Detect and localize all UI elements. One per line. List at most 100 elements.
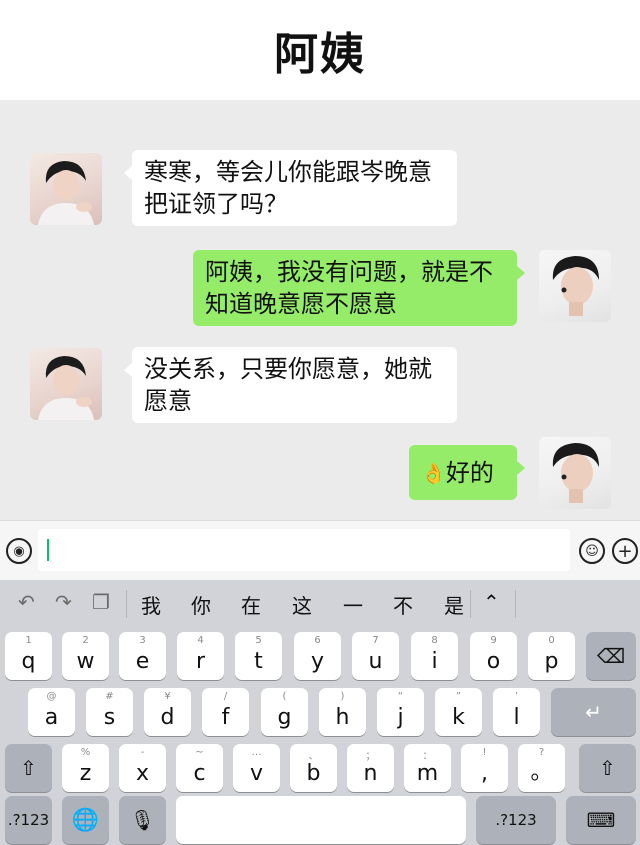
key-z[interactable]: % z [62, 744, 109, 792]
key-j[interactable]: “j [377, 688, 424, 736]
smiley-icon[interactable]: ☺ [579, 538, 605, 564]
divider [126, 590, 127, 618]
key-hint: ) [340, 691, 345, 702]
voice-icon[interactable]: ◉ [6, 538, 32, 564]
space-key[interactable] [176, 796, 466, 844]
key-r[interactable]: 4r [177, 632, 224, 680]
contact-avatar[interactable] [30, 153, 102, 225]
message-line: 知道晚意愿不愿意 [205, 290, 397, 318]
key-s[interactable]: # s [86, 688, 133, 736]
numbers-key-left[interactable]: .?123 [5, 796, 52, 844]
key-letter: , [481, 761, 488, 786]
hide-keyboard-key[interactable]: ⌨ [566, 796, 636, 844]
message-input-bar: ◉ ☺ + [0, 520, 640, 580]
key-hint: 、 [308, 751, 319, 762]
chevron-up-icon[interactable]: ⌃ [483, 590, 500, 614]
suggestion-word[interactable]: 是 [444, 590, 464, 619]
shift-key-left[interactable]: ⇧ [5, 744, 52, 792]
key-x[interactable]: -x [119, 744, 166, 792]
key-hint: ¥ [164, 691, 171, 702]
redo-icon[interactable]: ↷ [55, 590, 72, 614]
key-hint: ~ [195, 747, 204, 758]
self-avatar[interactable] [539, 250, 611, 322]
chat-header: 阿姨 [0, 0, 640, 100]
key-letter: g [277, 705, 292, 730]
key-hint: … [251, 747, 262, 758]
shift-icon: ⇧ [599, 756, 616, 780]
suggestion-word[interactable]: 在 [241, 590, 261, 619]
key-w[interactable]: 2w [62, 632, 109, 680]
return-key[interactable]: ↵ [551, 688, 636, 736]
key-h[interactable]: ) h [319, 688, 366, 736]
message-line: 寒寒，等会儿你能跟岑晚意 [144, 158, 432, 186]
message-bubble-received[interactable]: 没关系，只要你愿意，她就 愿意 [124, 347, 457, 423]
key-hint: 7 [372, 635, 379, 646]
key-letter: u [368, 649, 383, 674]
key-hint: ” [455, 691, 462, 702]
clipboard-icon[interactable]: ❐ [92, 590, 110, 614]
key-a[interactable]: @ a [28, 688, 75, 736]
message-line: 阿姨，我没有问题，就是不 [205, 258, 493, 286]
key-q[interactable]: 1q [5, 632, 52, 680]
key-o[interactable]: 9o [470, 632, 517, 680]
key-n[interactable]: ； n [347, 744, 394, 792]
key-hint: - [140, 747, 145, 758]
key-letter: s [103, 705, 116, 730]
key-y[interactable]: 6y [294, 632, 341, 680]
key-letter: q [21, 649, 36, 674]
key-hint: 4 [197, 635, 204, 646]
key-l[interactable]: ’ l [493, 688, 540, 736]
message-bubble-sent[interactable]: 阿姨，我没有问题，就是不 知道晚意愿不愿意 [193, 250, 525, 326]
suggestion-bar: ↶ ↷ ❐ 我 你 在 这 一 不 是 ⌃ [0, 580, 640, 626]
key-k[interactable]: ” k [435, 688, 482, 736]
key-hint: % [80, 747, 91, 758]
key-p[interactable]: 0p [528, 632, 575, 680]
globe-key[interactable]: 🌐 [62, 796, 109, 844]
key-g[interactable]: (g [261, 688, 308, 736]
key-t[interactable]: 5t [235, 632, 282, 680]
key-letter: p [544, 649, 559, 674]
message-bubble-sent[interactable]: 👌 好的 [409, 445, 525, 500]
key-period[interactable]: ?。 [518, 744, 565, 792]
key-m[interactable]: ： m [404, 744, 451, 792]
key-v[interactable]: … v [233, 744, 280, 792]
key-c[interactable]: ~ c [176, 744, 223, 792]
key-u[interactable]: 7u [352, 632, 399, 680]
microphone-key[interactable]: 🎙 [119, 796, 166, 844]
key-hint: ’ [514, 691, 519, 702]
numbers-key-right[interactable]: .?123 [476, 796, 556, 844]
shift-key-right[interactable]: ⇧ [579, 744, 636, 792]
key-d[interactable]: ¥ d [144, 688, 191, 736]
plus-icon[interactable]: + [612, 538, 638, 564]
message-line: 把证领了吗？ [144, 190, 288, 218]
contact-avatar[interactable] [30, 348, 102, 420]
suggestion-word[interactable]: 一 [343, 590, 363, 619]
key-hint: ： [422, 751, 433, 762]
message-bubble-received[interactable]: 寒寒，等会儿你能跟岑晚意 把证领了吗？ [124, 150, 457, 226]
message-line: 好的 [445, 458, 494, 487]
backspace-icon: ⌫ [596, 644, 626, 668]
key-letter: t [254, 649, 263, 674]
suggestion-word[interactable]: 你 [191, 590, 211, 619]
chat-area[interactable]: 寒寒，等会儿你能跟岑晚意 把证领了吗？ 阿姨，我没有问题，就是不 知道晚意愿不愿… [0, 100, 640, 520]
suggestion-word[interactable]: 这 [292, 590, 312, 619]
key-hint: ； [365, 751, 376, 762]
message-input[interactable] [38, 529, 570, 571]
key-hint: 3 [139, 635, 146, 646]
key-f[interactable]: / f [202, 688, 249, 736]
key-b[interactable]: 、 b [290, 744, 337, 792]
key-comma[interactable]: !, [461, 744, 508, 792]
backspace-key[interactable]: ⌫ [586, 632, 636, 680]
key-hint: # [105, 691, 114, 702]
undo-icon[interactable]: ↶ [18, 590, 35, 614]
divider [515, 590, 516, 618]
key-e[interactable]: 3e [119, 632, 166, 680]
key-i[interactable]: 8i [411, 632, 458, 680]
return-icon: ↵ [585, 700, 602, 724]
man-avatar-icon [552, 443, 599, 503]
key-letter: i [431, 649, 438, 674]
numbers-key-label: .?123 [495, 811, 537, 829]
suggestion-word[interactable]: 我 [141, 590, 161, 619]
suggestion-word[interactable]: 不 [393, 590, 413, 619]
self-avatar[interactable] [539, 437, 611, 509]
